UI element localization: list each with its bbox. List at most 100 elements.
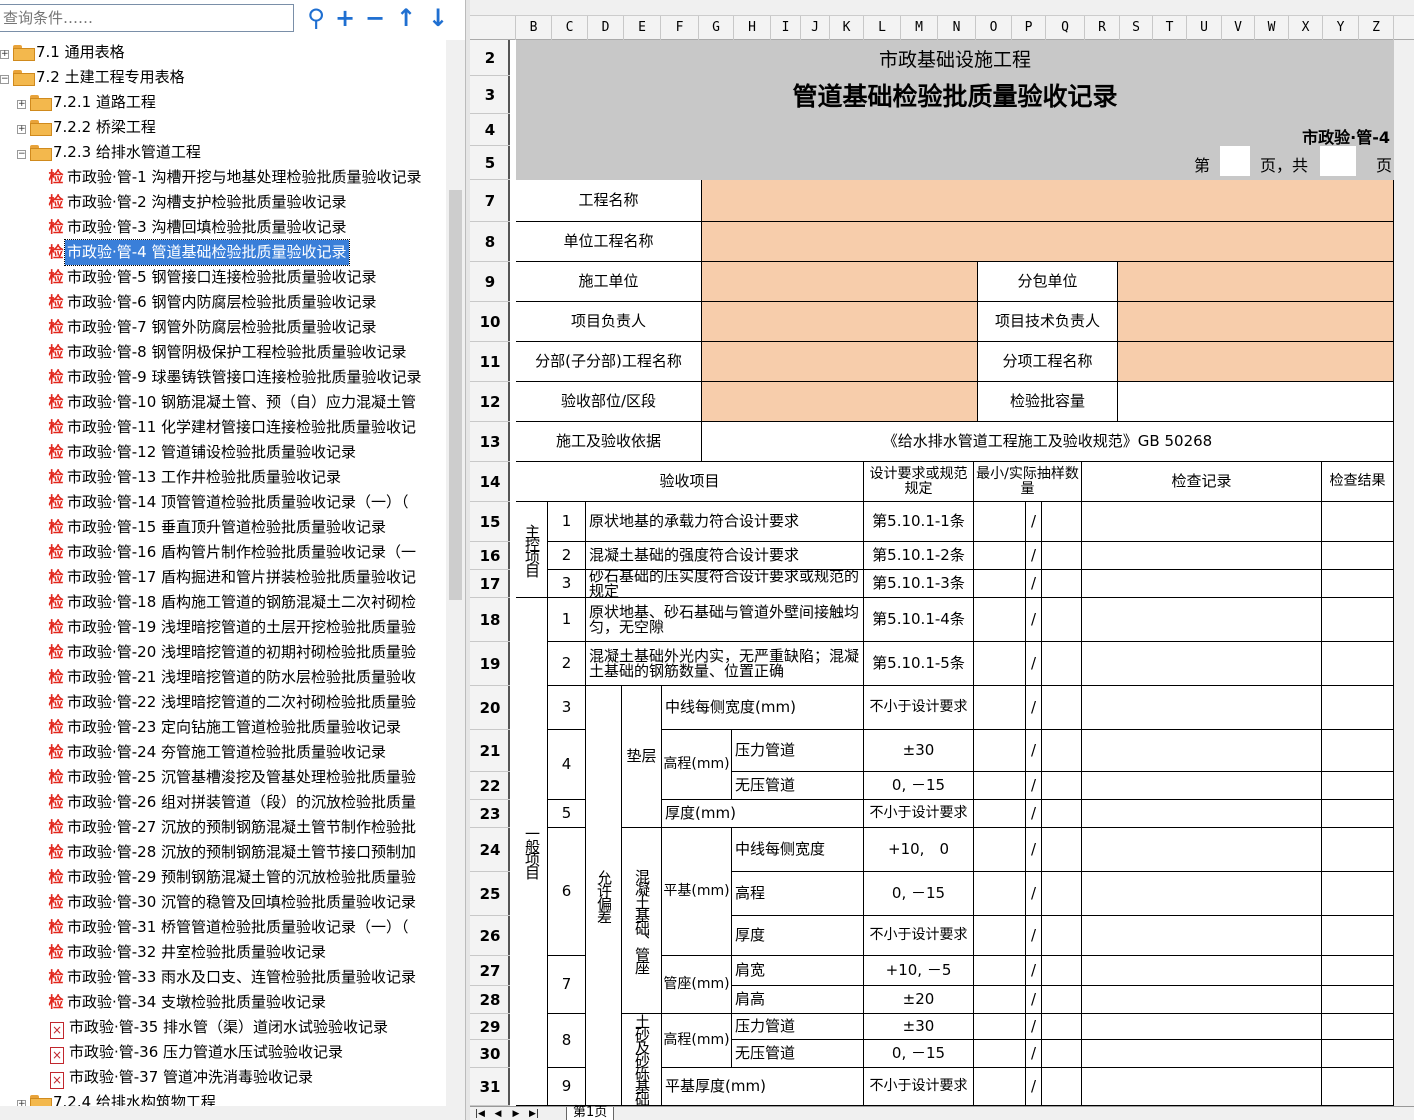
- column-header[interactable]: D: [588, 16, 624, 40]
- sample-min-field[interactable]: [974, 686, 1026, 730]
- sample-min-field[interactable]: [974, 800, 1026, 828]
- sample-actual-field[interactable]: [1042, 1040, 1082, 1068]
- result-field[interactable]: [1322, 542, 1394, 570]
- column-header[interactable]: I: [771, 16, 801, 40]
- sample-actual-field[interactable]: [1042, 986, 1082, 1014]
- tree-leaf-item[interactable]: 检市政验·管-5 钢管接口连接检验批质量验收记录: [47, 265, 379, 290]
- sample-actual-field[interactable]: [1042, 872, 1082, 916]
- record-field[interactable]: [1082, 730, 1322, 772]
- tree-leaf-item[interactable]: 检市政验·管-6 钢管内防腐层检验批质量验收记录: [47, 290, 379, 315]
- tree-leaf-item[interactable]: 检市政验·管-29 预制钢筋混凝土管的沉放检验批质量验: [47, 865, 418, 890]
- row-header[interactable]: 18: [470, 598, 510, 642]
- sample-min-field[interactable]: [974, 772, 1026, 800]
- tree-leaf-item[interactable]: 检市政验·管-18 盾构施工管道的钢筋混凝土二次衬砌检: [47, 590, 418, 615]
- tree-leaf-item[interactable]: 检市政验·管-21 浅埋暗挖管道的防水层检验批质量验收: [47, 665, 418, 690]
- sample-min-field[interactable]: [974, 916, 1026, 956]
- row-header[interactable]: 3: [470, 76, 510, 114]
- sample-min-field[interactable]: [974, 956, 1026, 986]
- column-header[interactable]: O: [976, 16, 1012, 40]
- tree-leaf-item[interactable]: 检市政验·管-24 夯管施工管道检验批质量验收记录: [47, 740, 388, 765]
- tree-leaf-item[interactable]: 检市政验·管-3 沟槽回填检验批质量验收记录: [47, 215, 349, 240]
- sample-min-field[interactable]: [974, 1068, 1026, 1106]
- first-sheet-icon[interactable]: |◀: [474, 1108, 486, 1120]
- column-header[interactable]: F: [661, 16, 699, 40]
- column-header[interactable]: Q: [1046, 16, 1085, 40]
- tree-leaf-item[interactable]: 检市政验·管-9 球墨铸铁管接口连接检验批质量验收记录: [47, 365, 424, 390]
- tree-leaf-item[interactable]: 检市政验·管-19 浅埋暗挖管道的土层开挖检验批质量验: [47, 615, 418, 640]
- result-field[interactable]: [1322, 642, 1394, 686]
- row-header[interactable]: 24: [470, 828, 510, 872]
- tree-leaf-item[interactable]: 检市政验·管-1 沟槽开挖与地基处理检验批质量验收记录: [47, 165, 424, 190]
- record-field[interactable]: [1082, 1040, 1322, 1068]
- page-total-field[interactable]: [1320, 146, 1356, 176]
- row-header[interactable]: 4: [470, 114, 510, 146]
- result-field[interactable]: [1322, 956, 1394, 986]
- record-field[interactable]: [1082, 502, 1322, 542]
- column-header[interactable]: N: [938, 16, 976, 40]
- collapse-icon[interactable]: −: [17, 150, 26, 159]
- sample-min-field[interactable]: [974, 542, 1026, 570]
- sample-min-field[interactable]: [974, 986, 1026, 1014]
- sample-actual-field[interactable]: [1042, 956, 1082, 986]
- tree-leaf-item[interactable]: 检市政验·管-31 桥管管道检验批质量验收记录（一）（: [47, 915, 411, 940]
- unit-project-field[interactable]: [702, 222, 1394, 262]
- row-header[interactable]: 19: [470, 642, 510, 686]
- record-field[interactable]: [1082, 598, 1322, 642]
- sample-actual-field[interactable]: [1042, 916, 1082, 956]
- row-header[interactable]: 11: [470, 342, 510, 382]
- record-field[interactable]: [1082, 570, 1322, 598]
- tree-node-7-2-2[interactable]: +7.2.2 桥梁工程: [17, 115, 158, 140]
- sample-actual-field[interactable]: [1042, 772, 1082, 800]
- column-header[interactable]: W: [1255, 16, 1289, 40]
- row-header[interactable]: 20: [470, 686, 510, 730]
- sample-actual-field[interactable]: [1042, 730, 1082, 772]
- tree-leaf-item[interactable]: 检市政验·管-30 沉管的稳管及回填检验批质量验收记录: [47, 890, 418, 915]
- worksheet[interactable]: 市政基础设施工程 管道基础检验批质量验收记录 市政验·管-4 第 页，共 页 工…: [516, 40, 1394, 1106]
- row-header[interactable]: 25: [470, 872, 510, 916]
- sheet-tab[interactable]: 第1页: [566, 1106, 615, 1120]
- result-field[interactable]: [1322, 800, 1394, 828]
- row-header[interactable]: 30: [470, 1040, 510, 1068]
- expand-icon[interactable]: +: [0, 50, 9, 59]
- row-header[interactable]: 26: [470, 916, 510, 956]
- sheet-vertical-scrollbar[interactable]: [1394, 40, 1414, 1106]
- row-header[interactable]: 27: [470, 956, 510, 986]
- tree-node-7-2-3[interactable]: − 7.2.3 给排水管道工程: [17, 140, 203, 165]
- row-header[interactable]: 22: [470, 772, 510, 800]
- record-field[interactable]: [1082, 872, 1322, 916]
- row-header[interactable]: 31: [470, 1068, 510, 1106]
- tree-leaf-item[interactable]: 检市政验·管-12 管道铺设检验批质量验收记录: [47, 440, 358, 465]
- subcontractor-field[interactable]: [1118, 262, 1394, 302]
- search-input[interactable]: [0, 4, 294, 32]
- result-field[interactable]: [1322, 1014, 1394, 1040]
- column-header[interactable]: X: [1289, 16, 1323, 40]
- result-field[interactable]: [1322, 730, 1394, 772]
- tree-leaf-item[interactable]: 检市政验·管-27 沉放的预制钢筋混凝土管节制作检验批: [47, 815, 418, 840]
- row-header[interactable]: 2: [470, 40, 510, 76]
- plus-icon[interactable]: +: [331, 4, 359, 32]
- column-header[interactable]: V: [1222, 16, 1255, 40]
- sample-actual-field[interactable]: [1042, 1068, 1082, 1106]
- page-number-field[interactable]: [1220, 146, 1250, 176]
- sample-actual-field[interactable]: [1042, 686, 1082, 730]
- row-header[interactable]: 12: [470, 382, 510, 422]
- sample-actual-field[interactable]: [1042, 1014, 1082, 1040]
- sample-actual-field[interactable]: [1042, 642, 1082, 686]
- column-header[interactable]: E: [624, 16, 661, 40]
- sample-min-field[interactable]: [974, 598, 1026, 642]
- sample-min-field[interactable]: [974, 828, 1026, 872]
- row-header[interactable]: 21: [470, 730, 510, 772]
- row-header[interactable]: 9: [470, 262, 510, 302]
- tree-scroll-thumb[interactable]: [449, 190, 462, 600]
- division-field[interactable]: [702, 342, 978, 382]
- sample-min-field[interactable]: [974, 872, 1026, 916]
- sample-min-field[interactable]: [974, 642, 1026, 686]
- prev-sheet-icon[interactable]: ◀: [492, 1108, 504, 1120]
- column-header[interactable]: S: [1120, 16, 1153, 40]
- subitem-field[interactable]: [1118, 342, 1394, 382]
- record-field[interactable]: [1082, 542, 1322, 570]
- tree-leaf-item[interactable]: 检市政验·管-33 雨水及口支、连管检验批质量验收记录: [47, 965, 418, 990]
- record-field[interactable]: [1082, 772, 1322, 800]
- minus-icon[interactable]: −: [361, 4, 389, 32]
- tree-leaf-item[interactable]: 检市政验·管-28 沉放的预制钢筋混凝土管节接口预制加: [47, 840, 418, 865]
